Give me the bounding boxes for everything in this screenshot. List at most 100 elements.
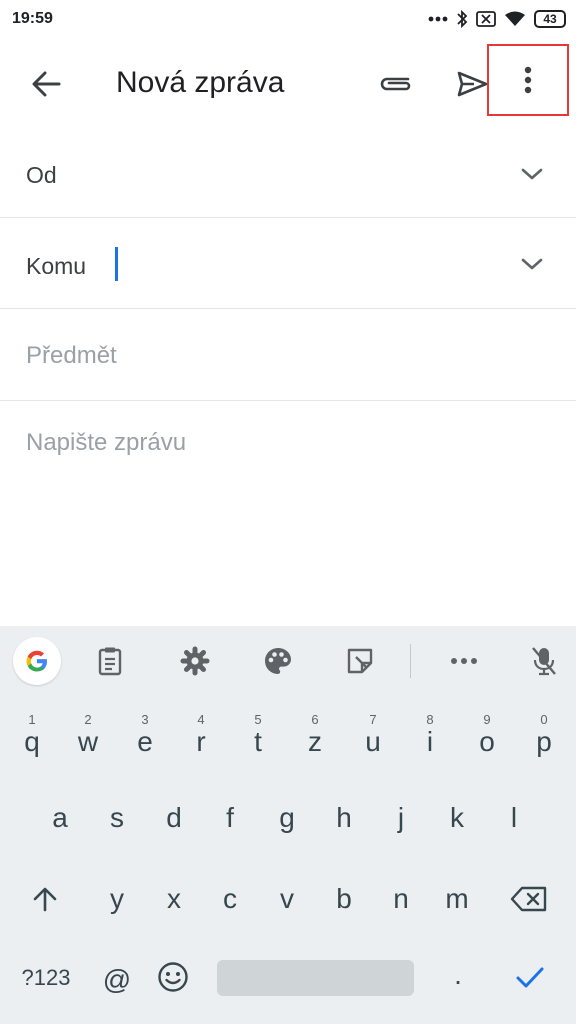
message-body-field[interactable]: Napište zprávu (0, 401, 576, 626)
key-label: s (110, 802, 124, 833)
key-m[interactable]: m (430, 868, 484, 930)
key-label: @ (102, 964, 132, 995)
key-r[interactable]: 4r (174, 706, 228, 768)
key-label: r (196, 726, 206, 757)
app-bar: Nová zpráva (0, 40, 576, 128)
sim-off-icon (476, 11, 496, 27)
key-k[interactable]: k (430, 787, 484, 849)
from-field[interactable]: Od (0, 128, 576, 218)
battery-level: 43 (543, 12, 557, 26)
key-p[interactable]: 0p (517, 706, 571, 768)
key-label: w (77, 726, 99, 757)
google-icon (26, 650, 47, 672)
key-i[interactable]: 8i (403, 706, 457, 768)
key-g[interactable]: g (260, 787, 314, 849)
more-vert-icon (524, 66, 532, 94)
key-label: v (280, 883, 294, 914)
backspace-icon (510, 886, 547, 912)
from-expand-button[interactable] (516, 158, 548, 190)
to-label: Komu (26, 253, 87, 279)
key-label: . (454, 959, 462, 990)
text-caret (115, 247, 118, 281)
settings-button[interactable] (173, 639, 217, 683)
key-number: 4 (197, 712, 205, 727)
key-l[interactable]: l (487, 787, 541, 849)
more-options-button[interactable] (487, 44, 569, 116)
from-label: Od (26, 162, 57, 188)
key-label: x (167, 883, 181, 914)
key-z[interactable]: 6z (288, 706, 342, 768)
status-icons: 43 (428, 8, 566, 30)
key-w[interactable]: 2w (61, 706, 115, 768)
key-label: m (445, 883, 469, 914)
key-label: c (223, 883, 237, 914)
key-number: 0 (540, 712, 548, 727)
period-key[interactable]: . (431, 944, 485, 1006)
subject-placeholder: Předmět (26, 342, 117, 369)
mic-off-icon (532, 647, 556, 676)
key-y[interactable]: y (90, 868, 144, 930)
key-label: q (24, 726, 40, 757)
key-q[interactable]: 1q (5, 706, 59, 768)
voice-input-button[interactable] (522, 639, 566, 683)
key-h[interactable]: h (317, 787, 371, 849)
enter-key[interactable] (503, 946, 557, 1008)
back-button[interactable] (18, 60, 74, 108)
key-number: 5 (254, 712, 262, 727)
key-n[interactable]: n (374, 868, 428, 930)
key-label: a (52, 802, 68, 833)
more-horiz-icon (451, 658, 477, 664)
clipboard-icon (98, 647, 122, 676)
clipboard-button[interactable] (88, 639, 132, 683)
attach-button[interactable] (372, 60, 420, 108)
key-label: h (336, 802, 352, 833)
key-number: 3 (141, 712, 149, 727)
shift-key[interactable] (18, 868, 72, 930)
key-f[interactable]: f (203, 787, 257, 849)
emoji-smiley-icon (158, 962, 188, 992)
key-t[interactable]: 5t (231, 706, 285, 768)
chevron-down-icon (521, 258, 543, 270)
key-label: l (510, 802, 518, 833)
more-dots-icon (428, 16, 448, 22)
backspace-key[interactable] (502, 868, 556, 930)
theme-button[interactable] (256, 639, 300, 683)
subject-field[interactable]: Předmět (0, 309, 576, 401)
key-number: 8 (426, 712, 434, 727)
send-icon (457, 71, 488, 97)
key-c[interactable]: c (203, 868, 257, 930)
to-field[interactable]: Komu (0, 218, 576, 309)
attachment-icon (380, 77, 411, 91)
key-b[interactable]: b (317, 868, 371, 930)
sticker-button[interactable] (338, 639, 382, 683)
google-button[interactable] (13, 637, 61, 685)
key-s[interactable]: s (90, 787, 144, 849)
bluetooth-icon (457, 9, 468, 29)
to-expand-button[interactable] (516, 248, 548, 280)
key-u[interactable]: 7u (346, 706, 400, 768)
key-number: 9 (483, 712, 491, 727)
key-number: 7 (369, 712, 377, 727)
key-x[interactable]: x (147, 868, 201, 930)
key-v[interactable]: v (260, 868, 314, 930)
body-placeholder: Napište zprávu (26, 429, 187, 456)
key-j[interactable]: j (374, 787, 428, 849)
key-label: t (254, 726, 262, 757)
key-a[interactable]: a (33, 787, 87, 849)
settings-icon (180, 646, 210, 676)
spacebar-key[interactable] (217, 960, 414, 996)
at-key[interactable]: @ (90, 949, 144, 1011)
check-icon (516, 967, 544, 988)
key-o[interactable]: 9o (460, 706, 514, 768)
key-e[interactable]: 3e (118, 706, 172, 768)
emoji-key[interactable] (146, 946, 200, 1008)
shift-arrow-icon (33, 887, 57, 912)
page-title: Nová zpráva (116, 66, 285, 99)
key-label: y (110, 883, 124, 914)
symbols-key[interactable]: ?123 (16, 947, 76, 1009)
back-arrow-icon (32, 71, 61, 97)
key-d[interactable]: d (147, 787, 201, 849)
more-tools-button[interactable] (442, 639, 486, 683)
key-label: ?123 (21, 965, 71, 990)
key-label: n (393, 883, 409, 914)
